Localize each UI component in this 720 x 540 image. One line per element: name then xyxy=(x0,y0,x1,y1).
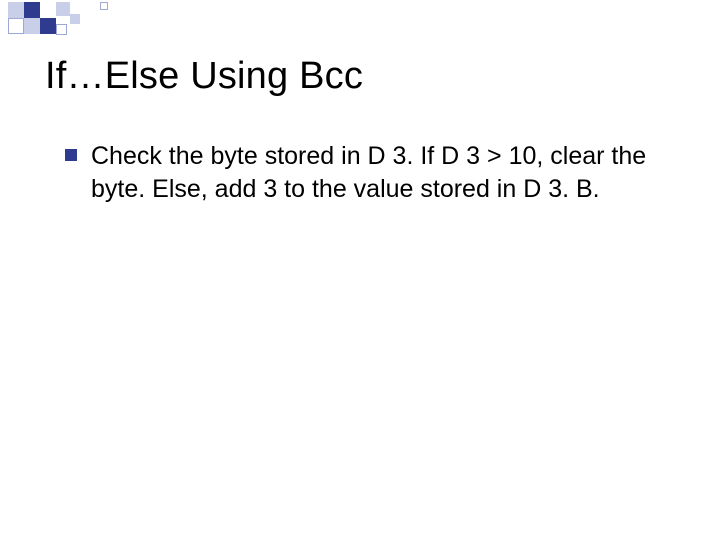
slide-title: If…Else Using Bcc xyxy=(45,55,363,98)
bullet-item: Check the byte stored in D 3. If D 3 > 1… xyxy=(65,140,660,205)
slide-body: Check the byte stored in D 3. If D 3 > 1… xyxy=(65,140,660,205)
bullet-text: Check the byte stored in D 3. If D 3 > 1… xyxy=(91,140,660,205)
square-bullet-icon xyxy=(65,149,77,161)
corner-decoration xyxy=(0,0,150,50)
